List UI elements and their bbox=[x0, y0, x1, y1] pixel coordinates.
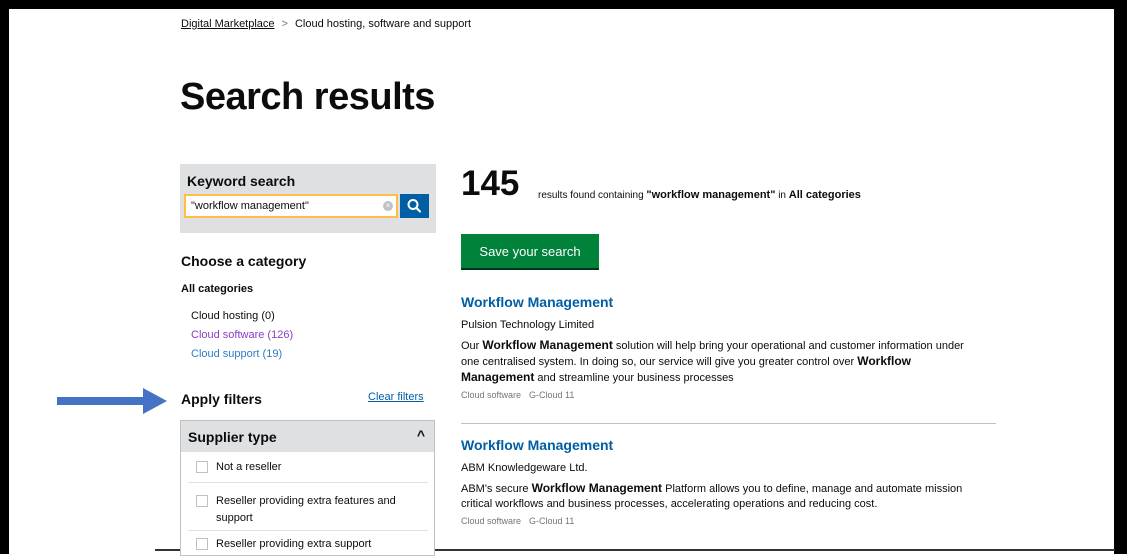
results-summary: results found containing "workflow manag… bbox=[538, 189, 861, 201]
keyword-search-input[interactable] bbox=[184, 194, 398, 218]
clear-input-icon[interactable]: × bbox=[383, 201, 393, 211]
screen-frame-left bbox=[0, 0, 9, 554]
screen-frame-top bbox=[0, 0, 1127, 9]
results-summary-query: "workflow management" bbox=[646, 189, 776, 201]
page-title: Search results bbox=[180, 76, 435, 118]
description-text: ABM's secure bbox=[461, 483, 532, 495]
result-description: ABM's secure Workflow Management Platfor… bbox=[461, 481, 981, 512]
all-categories-label: All categories bbox=[181, 283, 254, 295]
save-search-button[interactable]: Save your search bbox=[461, 234, 599, 268]
supplier-type-header[interactable]: Supplier type ^ bbox=[181, 421, 434, 452]
results-summary-connector: in bbox=[778, 190, 786, 201]
checkbox[interactable] bbox=[196, 461, 208, 473]
filter-option-not-reseller[interactable]: Not a reseller bbox=[188, 458, 428, 483]
results-summary-prefix: results found containing bbox=[538, 190, 644, 201]
search-result: Workflow Management ABM Knowledgeware Lt… bbox=[461, 437, 1001, 526]
result-framework: G-Cloud 11 bbox=[529, 390, 575, 400]
supplier-type-title: Supplier type bbox=[188, 429, 277, 445]
search-button[interactable] bbox=[400, 194, 429, 218]
result-title-link[interactable]: Workflow Management bbox=[461, 294, 1001, 310]
choose-category-heading: Choose a category bbox=[181, 253, 307, 269]
filter-option-reseller-extra-support[interactable]: Reseller providing extra support bbox=[188, 535, 428, 559]
result-framework: G-Cloud 11 bbox=[529, 516, 575, 526]
description-text: and streamline your business processes bbox=[534, 372, 734, 384]
apply-filters-heading: Apply filters bbox=[181, 391, 262, 407]
result-meta: Cloud software G-Cloud 11 bbox=[461, 516, 1001, 526]
checkbox[interactable] bbox=[196, 495, 208, 507]
supplier-type-filter: Supplier type ^ Not a reseller Reseller … bbox=[180, 420, 435, 556]
clear-filters-link[interactable]: Clear filters bbox=[368, 391, 424, 403]
arrow-right-icon bbox=[57, 388, 167, 414]
results-count: 145 bbox=[461, 164, 520, 203]
result-meta: Cloud software G-Cloud 11 bbox=[461, 390, 1001, 400]
filter-option-label: Reseller providing extra support bbox=[216, 538, 372, 550]
breadcrumb-home-link[interactable]: Digital Marketplace bbox=[181, 18, 275, 30]
result-title-link[interactable]: Workflow Management bbox=[461, 437, 1001, 453]
screen-frame-right bbox=[1114, 0, 1127, 554]
description-highlight: Workflow Management bbox=[531, 481, 663, 495]
search-icon bbox=[407, 199, 422, 213]
category-link-cloud-software[interactable]: Cloud software (126) bbox=[191, 329, 293, 341]
result-supplier: ABM Knowledgeware Ltd. bbox=[461, 462, 588, 474]
result-supplier: Pulsion Technology Limited bbox=[461, 319, 595, 331]
breadcrumb: Digital Marketplace > Cloud hosting, softw… bbox=[181, 18, 471, 30]
checkbox[interactable] bbox=[196, 538, 208, 550]
result-divider bbox=[461, 423, 996, 424]
search-result: Workflow Management Pulsion Technology L… bbox=[461, 294, 1001, 400]
result-description: Our Workflow Management solution will he… bbox=[461, 338, 981, 386]
category-link-cloud-hosting[interactable]: Cloud hosting (0) bbox=[191, 310, 275, 322]
description-text: Our bbox=[461, 340, 483, 352]
filter-option-label: Not a reseller bbox=[216, 461, 282, 473]
breadcrumb-current: Cloud hosting, software and support bbox=[294, 18, 472, 30]
filter-option-reseller-extra-features[interactable]: Reseller providing extra features and su… bbox=[188, 492, 428, 531]
category-link-cloud-support[interactable]: Cloud support (19) bbox=[191, 348, 282, 360]
description-highlight: Workflow Management bbox=[482, 338, 613, 352]
filter-option-label: Reseller providing extra features and su… bbox=[216, 495, 396, 524]
chevron-up-icon[interactable]: ^ bbox=[417, 427, 425, 443]
results-summary-category: All categories bbox=[788, 189, 861, 201]
keyword-search-panel: Keyword search × bbox=[180, 164, 436, 233]
keyword-search-label: Keyword search bbox=[187, 173, 296, 189]
result-lot: Cloud software bbox=[461, 516, 522, 526]
breadcrumb-separator: > bbox=[281, 18, 288, 30]
result-lot: Cloud software bbox=[461, 390, 522, 400]
